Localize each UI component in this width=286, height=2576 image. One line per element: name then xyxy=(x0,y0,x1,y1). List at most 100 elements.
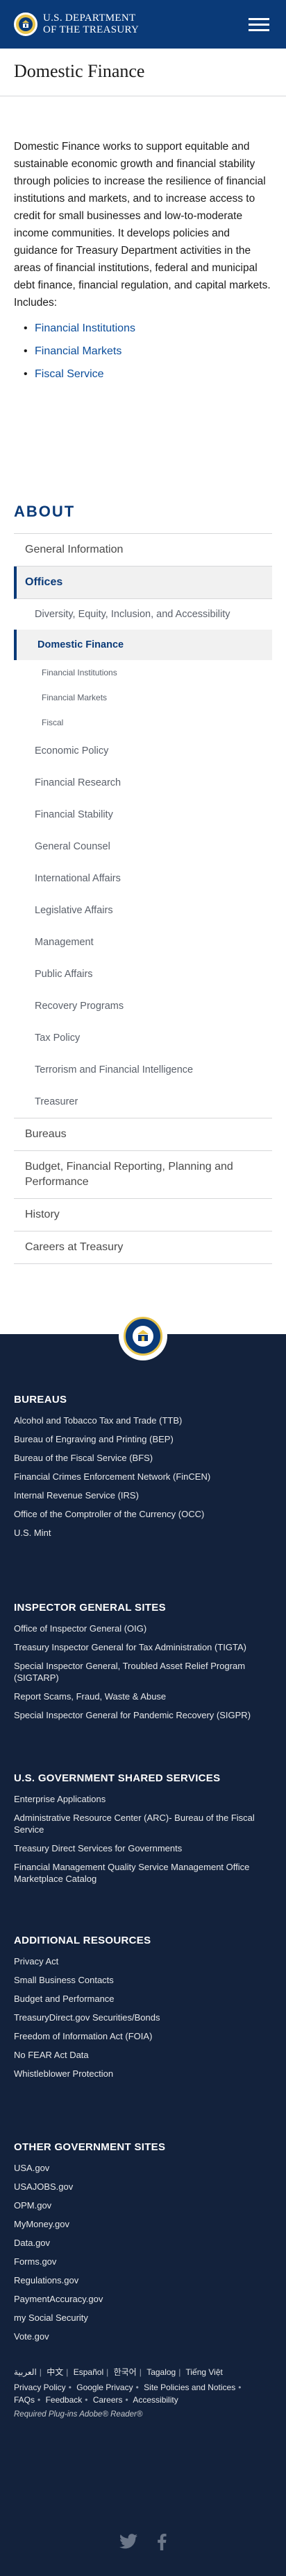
adobe-reader-link[interactable]: Adobe® Reader® xyxy=(79,2410,142,2419)
link-fiscal-service[interactable]: Fiscal Service xyxy=(35,368,104,380)
footer-link[interactable]: Whistleblower Protection xyxy=(14,2064,272,2083)
footer-link[interactable]: Special Inspector General, Troubled Asse… xyxy=(14,1657,272,1687)
footer-link[interactable]: U.S. Mint xyxy=(14,1523,272,1542)
page-title: Domestic Finance xyxy=(0,49,286,96)
intro-paragraph: Domestic Finance works to support equita… xyxy=(14,141,271,309)
footer-link[interactable]: Data.gov xyxy=(14,2233,272,2252)
footer-additional-resources: ADDITIONAL RESOURCES Privacy Act Small B… xyxy=(14,1935,272,2083)
footer-link[interactable]: Office of the Comptroller of the Currenc… xyxy=(14,1505,272,1523)
nav-financial-stability[interactable]: Financial Stability xyxy=(14,799,272,831)
lang-arabic[interactable]: العربية xyxy=(14,2367,37,2377)
link-financial-institutions[interactable]: Financial Institutions xyxy=(35,322,135,334)
lang-chinese[interactable]: 中文 xyxy=(47,2367,63,2377)
facebook-icon[interactable] xyxy=(157,2534,167,2550)
brand-line-2: OF THE TREASURY xyxy=(43,24,140,35)
nav-treasurer[interactable]: Treasurer xyxy=(14,1086,272,1118)
nav-bureaus[interactable]: Bureaus xyxy=(14,1118,272,1151)
footer-link[interactable]: Office of Inspector General (OIG) xyxy=(14,1619,272,1638)
includes-list: Financial Institutions Financial Markets… xyxy=(14,320,272,383)
nav-financial-research[interactable]: Financial Research xyxy=(14,767,272,799)
footer-link[interactable]: TreasuryDirect.gov Securities/Bonds xyxy=(14,2008,272,2027)
footer-link[interactable]: Treasury Inspector General for Tax Admin… xyxy=(14,1638,272,1657)
nav-terrorism-financial-intelligence[interactable]: Terrorism and Financial Intelligence xyxy=(14,1054,272,1086)
nav-financial-institutions[interactable]: Financial Institutions xyxy=(14,660,272,685)
nav-international-affairs[interactable]: International Affairs xyxy=(14,863,272,894)
site-policies-link[interactable]: Site Policies and Notices xyxy=(144,2383,235,2392)
feedback-link[interactable]: Feedback xyxy=(46,2395,83,2405)
nav-management[interactable]: Management xyxy=(14,926,272,958)
nav-legislative-affairs[interactable]: Legislative Affairs xyxy=(14,894,272,926)
footer-link[interactable]: Bureau of the Fiscal Service (BFS) xyxy=(14,1449,272,1467)
nav-history[interactable]: History xyxy=(14,1199,272,1231)
footer-heading: INSPECTOR GENERAL SITES xyxy=(14,1602,166,1614)
brand-line-1: U.S. DEPARTMENT xyxy=(43,12,136,24)
footer-link[interactable]: Treasury Direct Services for Governments xyxy=(14,1839,272,1858)
nav-dei[interactable]: Diversity, Equity, Inclusion, and Access… xyxy=(14,599,272,630)
footer-link[interactable]: No FEAR Act Data xyxy=(14,2046,272,2064)
footer-heading: U.S. GOVERNMENT SHARED SERVICES xyxy=(14,1772,221,1784)
lang-vietnamese[interactable]: Tiếng Việt xyxy=(185,2367,222,2377)
google-privacy-link[interactable]: Google Privacy xyxy=(76,2383,133,2392)
footer-link[interactable]: MyMoney.gov xyxy=(14,2215,272,2233)
intro-section: Domestic Finance works to support equita… xyxy=(0,96,286,383)
footer-link[interactable]: Vote.gov xyxy=(14,2327,272,2346)
nav-budget[interactable]: Budget, Financial Reporting, Planning an… xyxy=(14,1151,272,1199)
footer-link[interactable]: Financial Crimes Enforcement Network (Fi… xyxy=(14,1467,272,1486)
required-plugins: Required Plug-ins Adobe® Reader® xyxy=(14,2409,272,2421)
plugins-label: Required Plug-ins xyxy=(14,2410,78,2419)
link-financial-markets[interactable]: Financial Markets xyxy=(35,345,121,357)
footer-link[interactable]: Alcohol and Tobacco Tax and Trade (TTB) xyxy=(14,1411,272,1430)
faqs-link[interactable]: FAQs xyxy=(14,2395,35,2405)
lang-tagalog[interactable]: Tagalog xyxy=(146,2367,176,2377)
footer-link[interactable]: Forms.gov xyxy=(14,2252,272,2271)
footer-link[interactable]: PaymentAccuracy.gov xyxy=(14,2290,272,2308)
footer-link[interactable]: Report Scams, Fraud, Waste & Abuse xyxy=(14,1687,272,1706)
language-links: العربية | 中文 | Español | 한국어 | Tagalog | Tiến… xyxy=(14,2367,223,2377)
legal-links: Privacy Policy • Google Privacy • Site Pol… xyxy=(14,2383,242,2405)
footer-link[interactable]: Regulations.gov xyxy=(14,2271,272,2290)
nav-careers[interactable]: Careers at Treasury xyxy=(14,1231,272,1264)
footer-bureaus: BUREAUS Alcohol and Tobacco Tax and Trad… xyxy=(14,1394,272,1542)
nav-tax-policy[interactable]: Tax Policy xyxy=(14,1022,272,1054)
footer-link[interactable]: Financial Management Quality Service Man… xyxy=(14,1858,272,1888)
nav-economic-policy[interactable]: Economic Policy xyxy=(14,735,272,767)
nav-financial-markets[interactable]: Financial Markets xyxy=(14,685,272,710)
home-logo-link[interactable]: U.S. DEPARTMENT OF THE TREASURY xyxy=(14,12,139,36)
lang-spanish[interactable]: Español xyxy=(74,2367,103,2377)
brand-name: U.S. DEPARTMENT OF THE TREASURY xyxy=(43,12,139,36)
treasury-seal-icon xyxy=(14,12,37,36)
nav-general-counsel[interactable]: General Counsel xyxy=(14,831,272,863)
treasury-seal-icon xyxy=(119,1312,167,1360)
footer-link[interactable]: Privacy Act xyxy=(14,1952,272,1971)
nav-offices[interactable]: Offices xyxy=(14,567,272,599)
footer-link[interactable]: USAJOBS.gov xyxy=(14,2177,272,2196)
footer-link[interactable]: Budget and Performance xyxy=(14,1989,272,2008)
about-heading: ABOUT xyxy=(14,503,76,520)
footer-link[interactable]: Enterprise Applications xyxy=(14,1790,272,1808)
site-footer: BUREAUS Alcohol and Tobacco Tax and Trad… xyxy=(0,1312,286,2576)
accessibility-link[interactable]: Accessibility xyxy=(133,2395,178,2405)
side-navigation: General Information Offices Diversity, E… xyxy=(14,533,272,1264)
hamburger-menu-icon[interactable] xyxy=(249,12,272,36)
footer-link[interactable]: Small Business Contacts xyxy=(14,1971,272,1989)
privacy-policy-link[interactable]: Privacy Policy xyxy=(14,2383,66,2392)
footer-link[interactable]: my Social Security xyxy=(14,2308,272,2327)
footer-link[interactable]: Bureau of Engraving and Printing (BEP) xyxy=(14,1430,272,1449)
nav-fiscal[interactable]: Fiscal xyxy=(14,710,272,735)
footer-link[interactable]: Administrative Resource Center (ARC)- Bu… xyxy=(14,1808,272,1839)
footer-link[interactable]: Freedom of Information Act (FOIA) xyxy=(14,2027,272,2046)
footer-link[interactable]: OPM.gov xyxy=(14,2196,272,2215)
site-header: U.S. DEPARTMENT OF THE TREASURY xyxy=(0,0,286,49)
nav-general-information[interactable]: General Information xyxy=(14,534,272,567)
list-item: Financial Markets xyxy=(14,343,272,360)
twitter-icon[interactable] xyxy=(119,2534,137,2550)
footer-link[interactable]: USA.gov xyxy=(14,2159,272,2177)
careers-link[interactable]: Careers xyxy=(93,2395,123,2405)
lang-korean[interactable]: 한국어 xyxy=(114,2367,137,2377)
social-links xyxy=(0,2534,286,2550)
footer-link[interactable]: Special Inspector General for Pandemic R… xyxy=(14,1706,272,1724)
nav-recovery-programs[interactable]: Recovery Programs xyxy=(14,990,272,1022)
nav-domestic-finance[interactable]: Domestic Finance xyxy=(14,630,272,660)
footer-link[interactable]: Internal Revenue Service (IRS) xyxy=(14,1486,272,1505)
nav-public-affairs[interactable]: Public Affairs xyxy=(14,958,272,990)
